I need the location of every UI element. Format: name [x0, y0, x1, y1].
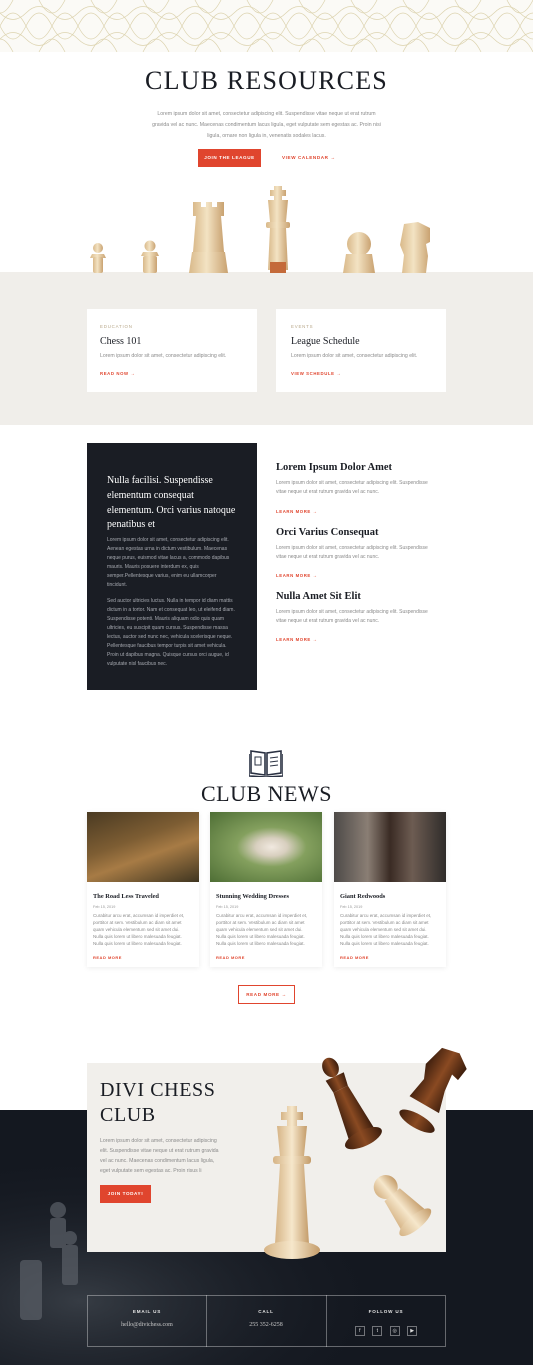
pawn-icon	[90, 243, 106, 273]
hero-subtitle: Lorem ipsum dolor sit amet, consectetur …	[148, 109, 385, 142]
hero-subtitle-line: gravida vel ac nunc. Maecenas condimentu…	[152, 122, 381, 128]
feature-text-line: vitae neque ut erat rutrum gravida vel a…	[276, 489, 380, 495]
youtube-icon[interactable]: ▶	[407, 1326, 418, 1336]
chess-pieces-cta-image	[264, 1047, 467, 1259]
feature-text-line: Lorem ipsum dolor sit amet, consectetur …	[276, 480, 428, 486]
view-calendar-link[interactable]: VIEW CALENDAR →	[282, 155, 336, 160]
feature-text-line: Lorem ipsum dolor sit amet, consectetur …	[276, 609, 428, 615]
read-more-news-button[interactable]: READ MORE →	[238, 985, 295, 1004]
card-text: Lorem ipsum dolor sit amet, consectetur …	[291, 353, 418, 359]
news-card-date: Feb 15, 2019	[340, 905, 363, 909]
chess-pieces-image	[90, 186, 430, 273]
contact-call: CALL 255 352-6258	[206, 1295, 326, 1347]
call-label: CALL	[258, 1309, 274, 1314]
email-label: EMAIL US	[132, 1309, 162, 1314]
feature-text: Lorem ipsum dolor sit amet, consectetur …	[276, 608, 441, 626]
learn-more-link[interactable]: LEARN MORE →	[276, 637, 318, 642]
join-league-button[interactable]: JOIN THE LEAGUE	[198, 149, 261, 167]
call-value[interactable]: 255 352-6258	[206, 1322, 326, 1328]
book-icon	[249, 750, 283, 777]
cta-title: DIVI CHESS CLUB	[100, 1078, 215, 1128]
feature-title: Nulla Amet Sit Elit	[276, 591, 361, 602]
cta-text: Lorem ipsum dolor sit amet, consectetur …	[100, 1138, 219, 1174]
read-more-link[interactable]: READ MORE	[93, 955, 122, 960]
news-title: CLUB NEWS	[201, 781, 332, 806]
hero-subtitle-line: ligula, ornare non ligula in, venenatis …	[207, 133, 326, 139]
news-image-redwoods	[334, 812, 446, 882]
facebook-icon[interactable]: f	[354, 1326, 365, 1336]
news-card-title: Stunning Wedding Dresses	[216, 893, 289, 900]
join-today-button[interactable]: JOIN TODAY!	[100, 1185, 151, 1203]
feature-text: Lorem ipsum dolor sit amet, consectetur …	[276, 479, 441, 497]
feature-dark-paragraph: Sed auctor ultricies luctus. Nulla in te…	[107, 598, 235, 667]
learn-more-link[interactable]: LEARN MORE →	[276, 509, 318, 514]
twitter-icon[interactable]: t	[372, 1326, 383, 1336]
resource-card-education: EDUCATION Chess 101 Lorem ipsum dolor si…	[87, 309, 257, 392]
follow-label: FOLLOW US	[368, 1309, 404, 1314]
card-eyebrow: EVENTS	[291, 324, 314, 329]
feature-text-line: vitae neque ut erat rutrum gravida vel a…	[276, 554, 380, 560]
read-more-link[interactable]: READ MORE	[216, 955, 245, 960]
feature-title: Orci Varius Consequat	[276, 527, 379, 538]
news-card-text: Curabitur arcu erat, accumsan id imperdi…	[216, 913, 308, 946]
email-value[interactable]: hello@divichess.com	[87, 1322, 207, 1328]
news-card-date: Feb 15, 2019	[216, 905, 239, 909]
card-eyebrow: EDUCATION	[100, 324, 133, 329]
view-schedule-link[interactable]: VIEW SCHEDULE →	[291, 371, 341, 376]
feature-dark-paragraph: Lorem ipsum dolor sit amet, consectetur …	[107, 537, 230, 588]
pattern-graphic	[0, 0, 533, 52]
read-now-link[interactable]: READ NOW →	[100, 371, 135, 376]
feature-text: Lorem ipsum dolor sit amet, consectetur …	[276, 544, 441, 562]
cta-title-line: DIVI CHESS	[100, 1079, 216, 1101]
read-more-link[interactable]: READ MORE	[340, 955, 369, 960]
social-icons: f t ◎ ▶	[326, 1319, 446, 1337]
resources-band	[0, 272, 533, 425]
page-title: CLUB RESOURCES	[145, 66, 388, 95]
contact-follow: FOLLOW US f t ◎ ▶	[326, 1295, 446, 1347]
news-card-text: Curabitur arcu erat, accumsan id imperdi…	[340, 913, 432, 946]
card-title: Chess 101	[100, 336, 142, 347]
instagram-icon[interactable]: ◎	[389, 1326, 400, 1336]
news-card-date: Feb 15, 2019	[93, 905, 116, 909]
card-title: League Schedule	[291, 336, 360, 347]
learn-more-link[interactable]: LEARN MORE →	[276, 573, 318, 578]
news-image-wedding	[210, 812, 322, 882]
news-image-road	[87, 812, 199, 882]
news-card-title: Giant Redwoods	[340, 893, 386, 900]
cta-title-line: CLUB	[100, 1104, 156, 1126]
news-card-text: Curabitur arcu erat, accumsan id imperdi…	[93, 913, 185, 946]
feature-dark-title: Nulla facilisi. Suspendisse elementum co…	[107, 475, 236, 531]
feature-text-line: vitae neque ut erat rutrum gravida vel a…	[276, 618, 380, 624]
card-text: Lorem ipsum dolor sit amet, consectetur …	[100, 353, 227, 359]
news-card-title: The Road Less Traveled	[93, 893, 159, 900]
feature-text-line: Lorem ipsum dolor sit amet, consectetur …	[276, 545, 428, 551]
contact-email: EMAIL US hello@divichess.com	[87, 1295, 207, 1347]
news-card[interactable]: Stunning Wedding Dresses Feb 15, 2019 Cu…	[210, 812, 322, 967]
feature-title: Lorem Ipsum Dolor Amet	[276, 462, 392, 473]
decorative-pattern	[0, 0, 533, 52]
resource-card-events: EVENTS League Schedule Lorem ipsum dolor…	[276, 309, 446, 392]
news-card[interactable]: Giant Redwoods Feb 15, 2019 Curabitur ar…	[334, 812, 446, 967]
news-card[interactable]: The Road Less Traveled Feb 15, 2019 Cura…	[87, 812, 199, 967]
hero-subtitle-line: Lorem ipsum dolor sit amet, consectetur …	[157, 111, 376, 117]
